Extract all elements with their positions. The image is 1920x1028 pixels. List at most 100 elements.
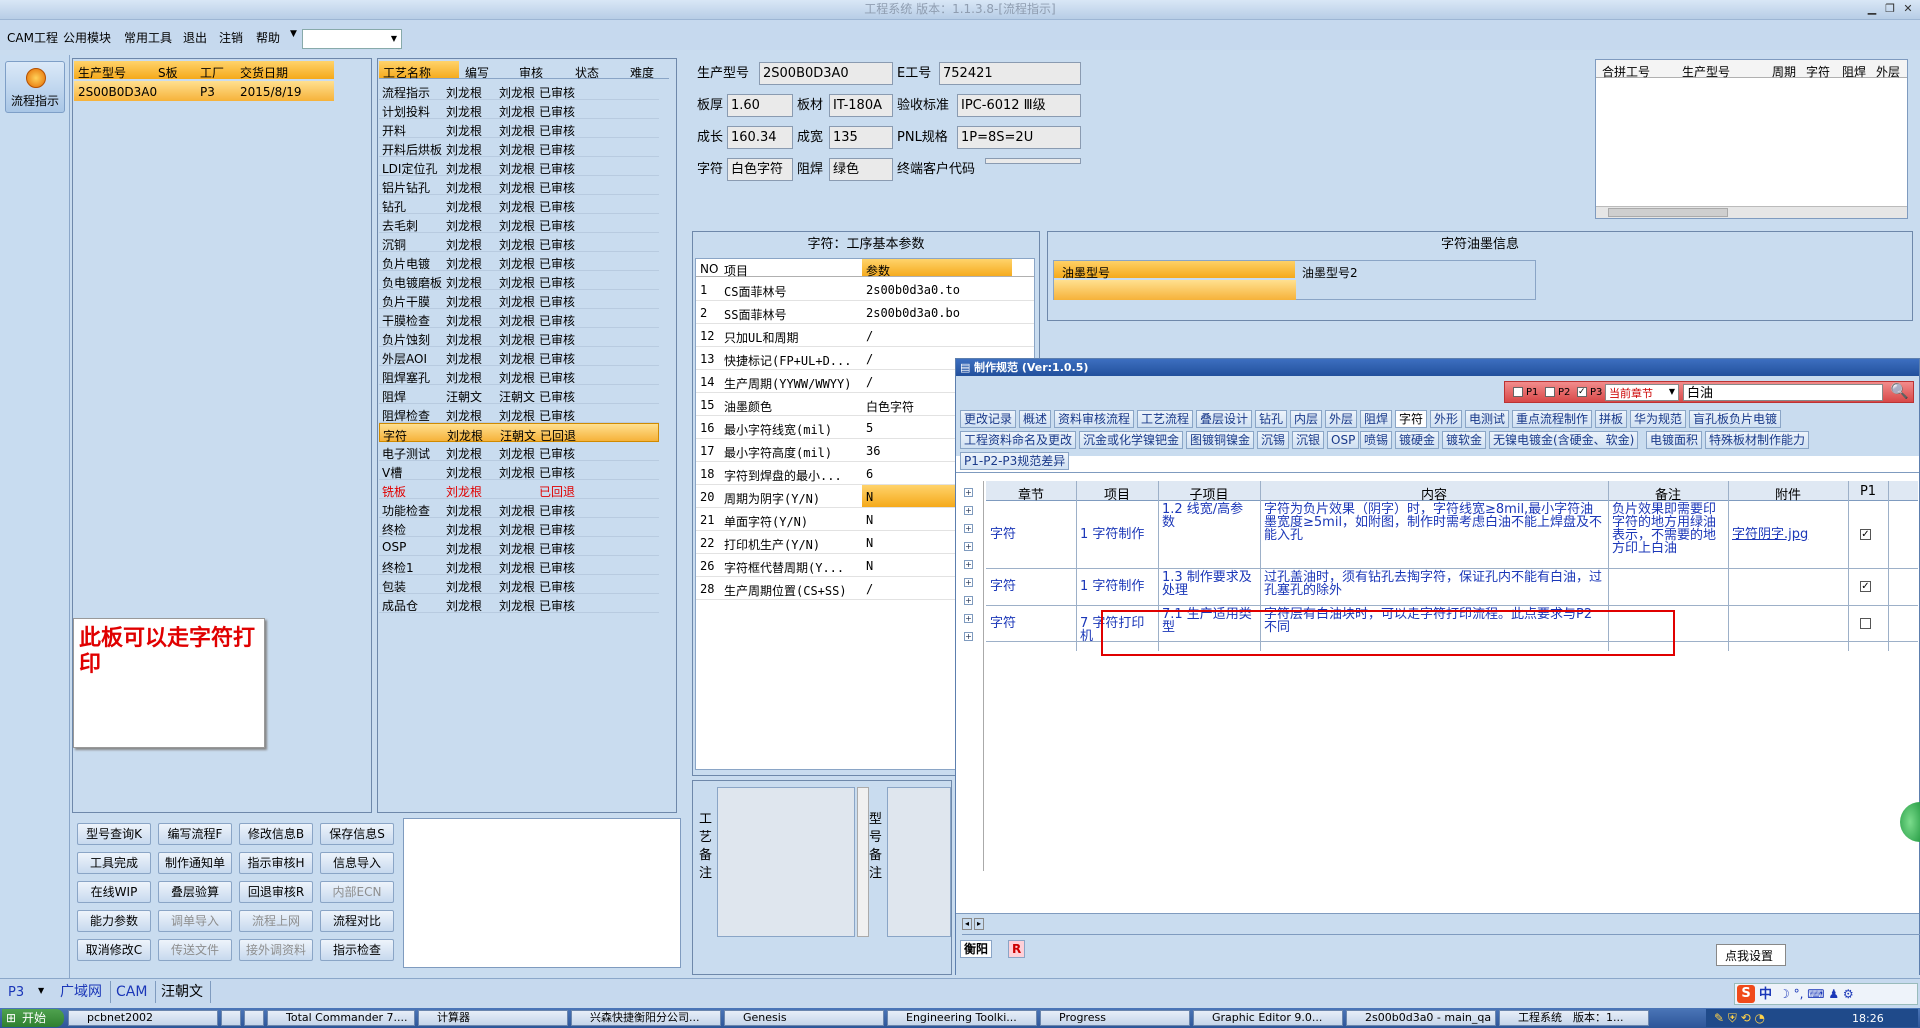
spec-cell[interactable]: 字符阴字.jpg	[1732, 528, 1844, 541]
process-row[interactable]: 终检1 刘龙根 刘龙根 已审核	[379, 556, 659, 575]
process-row[interactable]: 负电镀磨板 刘龙根 刘龙根 已审核	[379, 271, 659, 290]
process-row[interactable]: 流程指示 刘龙根 刘龙根 已审核	[379, 81, 659, 100]
taskbar-item[interactable]: 2s00b0d3a0 - main_qa	[1346, 1010, 1496, 1026]
factory-select[interactable]: P3	[8, 986, 24, 999]
spec-tab[interactable]: 工程资料命名及更改	[960, 431, 1077, 449]
spec-tab[interactable]: 喷锡	[1360, 431, 1393, 449]
param-row[interactable]: 12 只加UL和周期 /	[696, 324, 1034, 347]
spec-tab[interactable]: P1-P2-P3规范差异	[960, 452, 1070, 470]
taskbar-item[interactable]: Graphic Editor 9.0...	[1193, 1010, 1343, 1026]
action-button-1-1[interactable]: 制作通知单	[158, 852, 232, 874]
spec-tab[interactable]: 沉银	[1292, 431, 1325, 449]
length-field[interactable]: 160.34	[727, 126, 793, 149]
width-field[interactable]: 135	[829, 126, 893, 149]
process-row[interactable]: 负片干膜 刘龙根 刘龙根 已审核	[379, 290, 659, 309]
p1-check[interactable]: ✓	[1860, 581, 1871, 592]
action-button-4-3[interactable]: 指示检查	[320, 939, 394, 961]
process-row[interactable]: 铣板 刘龙根 已回退	[379, 480, 659, 499]
restore-icon[interactable]: ❐	[1882, 2, 1898, 16]
spec-tab[interactable]: 字符	[1395, 410, 1428, 428]
spec-tab[interactable]: 沉锡	[1257, 431, 1290, 449]
process-row[interactable]: 外层AOI 刘龙根 刘龙根 已审核	[379, 347, 659, 366]
taskbar-item[interactable]: Engineering Toolki...	[887, 1010, 1037, 1026]
process-row[interactable]: 成品仓 刘龙根 刘龙根 已审核	[379, 594, 659, 613]
spec-tab[interactable]: 重点流程制作	[1512, 410, 1593, 428]
action-button-3-0[interactable]: 能力参数	[77, 910, 151, 932]
action-button-0-3[interactable]: 保存信息S	[320, 823, 394, 845]
process-row[interactable]: 阻焊塞孔 刘龙根 刘龙根 已审核	[379, 366, 659, 385]
spec-tab[interactable]: 阻焊	[1360, 410, 1393, 428]
spec-tab[interactable]: 叠层设计	[1196, 410, 1253, 428]
process-row[interactable]: 去毛刺 刘龙根 刘龙根 已审核	[379, 214, 659, 233]
spec-tab[interactable]: 无镍电镀金(含硬金、软金)	[1489, 431, 1639, 449]
spec-tab[interactable]: 外形	[1430, 410, 1463, 428]
spec-tab[interactable]: 概述	[1019, 410, 1052, 428]
taskbar-item[interactable]: Progress	[1040, 1010, 1190, 1026]
process-row[interactable]: 钻孔 刘龙根 刘龙根 已审核	[379, 195, 659, 214]
menu-tools[interactable]: 常用工具	[124, 29, 172, 46]
start-button[interactable]: ⊞ 开始	[2, 1009, 64, 1027]
spec-tab[interactable]: 沉金或化学镍钯金	[1079, 431, 1184, 449]
spec-tab[interactable]: OSP	[1327, 431, 1360, 449]
action-button-4-0[interactable]: 取消修改C	[77, 939, 151, 961]
taskbar-item[interactable]	[244, 1010, 264, 1026]
e-number-field[interactable]: 752421	[939, 62, 1081, 85]
taskbar-item[interactable]: pcbnet2002	[68, 1010, 218, 1026]
process-remark-box[interactable]	[717, 787, 855, 937]
close-icon[interactable]: ✕	[1900, 2, 1916, 16]
pnl-field[interactable]: 1P=8S=2U	[957, 126, 1081, 149]
p1-check[interactable]	[1860, 618, 1871, 629]
sogou-icon[interactable]: S	[1737, 985, 1755, 1003]
action-button-3-3[interactable]: 流程对比	[320, 910, 394, 932]
action-button-1-0[interactable]: 工具完成	[77, 852, 151, 874]
taskbar-item[interactable]: Genesis	[724, 1010, 884, 1026]
taskbar-item[interactable]: 兴森快捷衡阳分公司...	[571, 1010, 721, 1026]
ime-mode[interactable]: 中	[1759, 988, 1772, 1001]
taskbar-item[interactable]: Total Commander 7....	[267, 1010, 415, 1026]
process-row[interactable]: 负片蚀刻 刘龙根 刘龙根 已审核	[379, 328, 659, 347]
menu-logout[interactable]: 注销	[219, 29, 243, 46]
merge-scrollbar[interactable]	[1596, 206, 1907, 218]
material-field[interactable]: IT-180A	[829, 94, 893, 117]
p1-checkbox[interactable]	[1513, 387, 1523, 397]
process-row[interactable]: 开料 刘龙根 刘龙根 已审核	[379, 119, 659, 138]
model-remark-box[interactable]	[887, 787, 951, 937]
menu-exit[interactable]: 退出	[183, 29, 207, 46]
search-input[interactable]: 白油	[1683, 384, 1883, 401]
taskbar-item[interactable]	[221, 1010, 241, 1026]
action-button-0-2[interactable]: 修改信息B	[239, 823, 313, 845]
menu-cam[interactable]: CAM工程	[7, 29, 58, 46]
process-row[interactable]: 开料后烘板 刘龙根 刘龙根 已审核	[379, 138, 659, 157]
tray-icons[interactable]: ✎ ⛨ ⟲ ◔	[1714, 1012, 1765, 1024]
action-button-3-2[interactable]: 流程上网	[239, 910, 313, 932]
process-row[interactable]: 干膜检查 刘龙根 刘龙根 已审核	[379, 309, 659, 328]
menu-combo[interactable]: ▼	[302, 29, 402, 49]
spec-tab[interactable]: 电测试	[1465, 410, 1510, 428]
process-row[interactable]: 功能检查 刘龙根 刘龙根 已审核	[379, 499, 659, 518]
process-row[interactable]: 字符 刘龙根 汪朝文 已回退	[379, 423, 659, 443]
bottom-tab-r[interactable]: R	[1008, 940, 1026, 958]
p1-check[interactable]: ✓	[1860, 529, 1871, 540]
process-row[interactable]: 沉铜 刘龙根 刘龙根 已审核	[379, 233, 659, 252]
spec-tab[interactable]: 工艺流程	[1137, 410, 1194, 428]
action-button-1-3[interactable]: 信息导入	[320, 852, 394, 874]
process-row[interactable]: 阻焊检查 刘龙根 刘龙根 已审核	[379, 404, 659, 423]
spec-tab[interactable]: 特殊板材制作能力	[1705, 431, 1810, 449]
action-button-0-0[interactable]: 型号查询K	[77, 823, 151, 845]
action-button-2-0[interactable]: 在线WIP	[77, 881, 151, 903]
process-row[interactable]: 电子测试 刘龙根 刘龙根 已审核	[379, 442, 659, 461]
taskbar-item[interactable]: 计算器	[418, 1010, 568, 1026]
p2-checkbox[interactable]	[1545, 387, 1555, 397]
param-row[interactable]: 1 CS面菲林号 2s00b0d3a0.to	[696, 278, 1034, 301]
spec-tab[interactable]: 资料审核流程	[1054, 410, 1135, 428]
action-button-2-1[interactable]: 叠层验算	[158, 881, 232, 903]
taskbar-item[interactable]: 工程系统 版本：1...	[1499, 1010, 1649, 1026]
p3-checkbox[interactable]: ✓	[1577, 387, 1587, 397]
process-row[interactable]: 包装 刘龙根 刘龙根 已审核	[379, 575, 659, 594]
char-field[interactable]: 白色字符	[727, 158, 793, 181]
spec-tab[interactable]: 电镀面积	[1646, 431, 1703, 449]
minimize-icon[interactable]: ▁	[1864, 2, 1880, 16]
spec-tab[interactable]: 内层	[1290, 410, 1323, 428]
thickness-field[interactable]: 1.60	[727, 94, 793, 117]
process-row[interactable]: 阻焊 汪朝文 汪朝文 已审核	[379, 385, 659, 404]
